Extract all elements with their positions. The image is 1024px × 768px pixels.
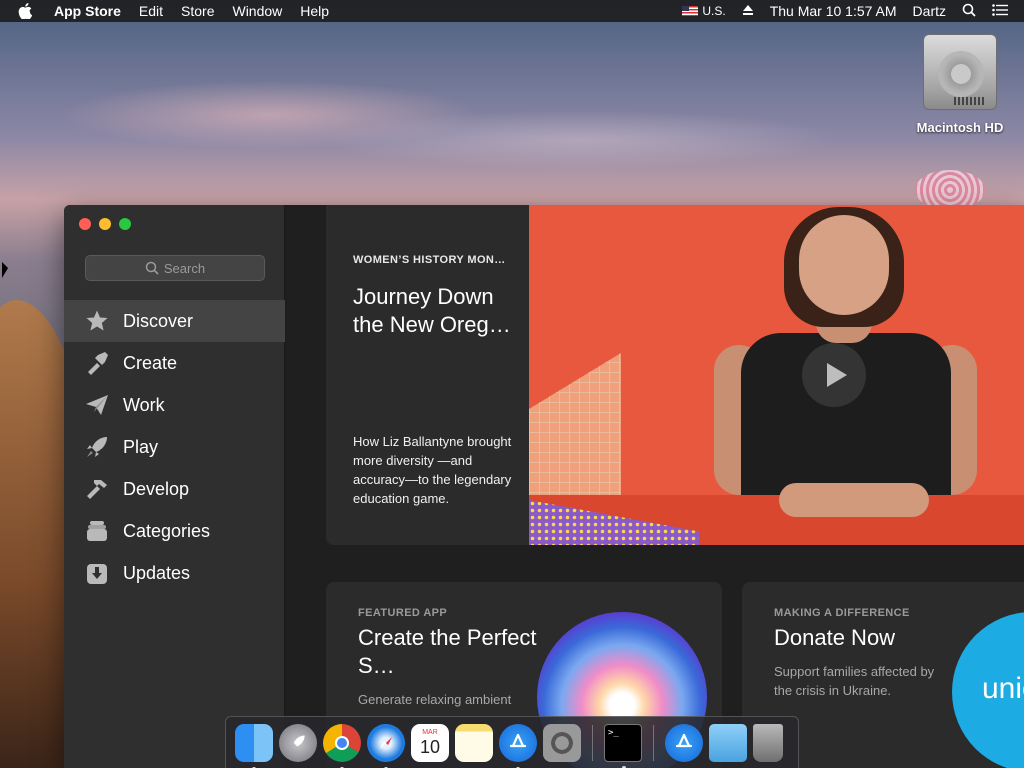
eject-icon[interactable] [742, 3, 754, 19]
card-eyebrow: FEATURED APP [358, 607, 448, 619]
search-input[interactable]: Search [85, 255, 265, 281]
desktop-icon-label: Macintosh HD [916, 120, 1004, 135]
notification-center-icon[interactable] [992, 3, 1008, 19]
card-title: Create the Perfect S… [358, 625, 537, 678]
system-preferences-icon[interactable] [543, 723, 581, 762]
story-eyebrow: WOMEN’S HISTORY MON… [353, 254, 506, 266]
featured-story-card[interactable]: WOMEN’S HISTORY MON… Journey Down the Ne… [326, 205, 1024, 545]
sidebar-item-updates[interactable]: Updates [64, 552, 285, 594]
dock-separator [653, 724, 654, 761]
safari-icon[interactable] [367, 723, 405, 768]
play-video-button[interactable] [802, 343, 866, 407]
sidebar-item-work[interactable]: Work [64, 384, 285, 426]
finder-icon[interactable] [235, 723, 273, 768]
story-video-thumbnail[interactable] [529, 205, 1024, 545]
terminal-prompt: >_ [608, 727, 619, 738]
desktop-cloud [320, 110, 840, 170]
sidebar-item-label: Develop [123, 478, 190, 499]
sidebar-item-discover[interactable]: Discover [64, 300, 285, 342]
card-title: Donate Now [774, 625, 896, 650]
desktop-icon-macintosh-hd[interactable]: Macintosh HD [912, 34, 1008, 135]
sidebar-item-develop[interactable]: Develop [64, 468, 285, 510]
desktop-decor [915, 170, 985, 210]
featured-story-text: WOMEN’S HISTORY MON… Journey Down the Ne… [326, 205, 529, 545]
discover-content: WOMEN’S HISTORY MON… Journey Down the Ne… [286, 205, 1024, 768]
input-source-menu[interactable]: U.S. [682, 4, 726, 18]
spotlight-search-icon[interactable] [962, 3, 976, 20]
mouse-cursor-icon [2, 262, 8, 278]
apple-menu-icon[interactable] [18, 0, 36, 22]
paper-plane-icon [84, 392, 110, 418]
search-icon [145, 261, 159, 275]
app-store-window: Search Discover Create Work Play Develop… [64, 205, 1024, 768]
trash-icon[interactable] [753, 723, 783, 762]
us-flag-icon [682, 6, 699, 16]
sidebar-nav: Discover Create Work Play Develop Catego… [64, 300, 285, 594]
story-description: How Liz Ballantyne brought more diversit… [353, 434, 512, 506]
input-source-label: U.S. [702, 4, 726, 18]
sidebar-item-play[interactable]: Play [64, 426, 285, 468]
person-hands [779, 483, 929, 517]
terminal-icon[interactable]: >_ [604, 723, 642, 768]
menu-app-name[interactable]: App Store [54, 3, 121, 19]
menu-edit[interactable]: Edit [139, 3, 163, 19]
user-menu[interactable]: Dartz [913, 3, 946, 19]
person-face [799, 215, 889, 315]
sidebar-item-label: Play [123, 436, 159, 457]
zoom-window-button[interactable] [119, 218, 131, 230]
sidebar-item-label: Updates [123, 562, 191, 583]
sidebar-item-label: Categories [123, 520, 211, 541]
menu-store[interactable]: Store [181, 3, 214, 19]
sidebar-item-create[interactable]: Create [64, 342, 285, 384]
chrome-icon[interactable] [323, 723, 361, 768]
sidebar-item-categories[interactable]: Categories [64, 510, 285, 552]
notes-icon[interactable] [455, 723, 493, 762]
story-title: Journey Down the New Oreg… [353, 284, 511, 337]
launchpad-icon[interactable] [279, 723, 317, 762]
dock: MAR 10 >_ [225, 716, 799, 768]
play-icon [826, 363, 847, 387]
hammer-icon [84, 476, 110, 502]
app-store-folder-icon[interactable] [665, 723, 703, 762]
calendar-icon[interactable]: MAR 10 [411, 723, 449, 762]
unicef-logo-text: unic [982, 672, 1024, 705]
rocket-icon [84, 434, 110, 460]
sidebar-item-label: Discover [123, 310, 194, 331]
card-description: Support families affected by the crisis … [774, 664, 935, 698]
menu-help[interactable]: Help [300, 3, 329, 19]
app-store-icon[interactable] [499, 723, 537, 768]
download-icon [84, 560, 110, 586]
calendar-month: MAR [422, 729, 438, 736]
minimize-window-button[interactable] [99, 218, 111, 230]
decor-grid [529, 353, 621, 513]
star-icon [84, 308, 110, 334]
menu-window[interactable]: Window [232, 3, 282, 19]
search-placeholder: Search [163, 260, 206, 276]
menu-bar: App Store Edit Store Window Help U.S. Th… [0, 0, 1024, 22]
categories-icon [84, 518, 110, 544]
sidebar-item-label: Create [123, 352, 178, 373]
window-controls [79, 218, 131, 230]
menu-clock[interactable]: Thu Mar 10 1:57 AM [770, 3, 897, 19]
downloads-folder-icon[interactable] [709, 723, 747, 762]
hard-drive-icon [923, 34, 997, 110]
card-description: Generate relaxing ambient [358, 692, 512, 707]
close-window-button[interactable] [79, 218, 91, 230]
brush-icon [84, 350, 110, 376]
sidebar: Search Discover Create Work Play Develop… [64, 205, 285, 768]
card-eyebrow: MAKING A DIFFERENCE [774, 607, 910, 619]
sidebar-item-label: Work [123, 394, 165, 415]
calendar-day: 10 [419, 737, 441, 757]
dock-separator [592, 724, 593, 761]
